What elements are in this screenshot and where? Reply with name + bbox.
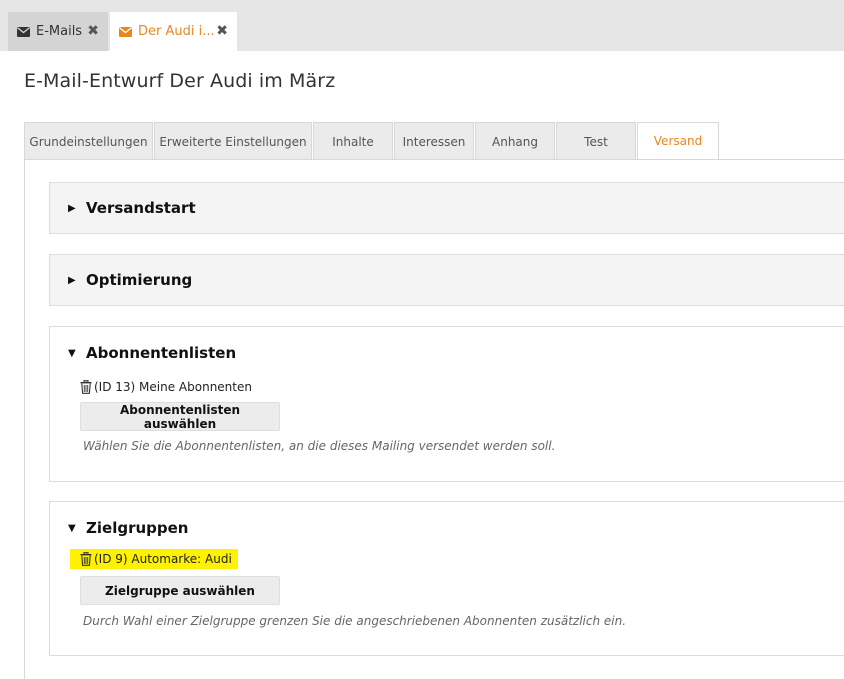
- document-tab-bar: E-Mails ✖ Der Audi i... ✖: [0, 0, 844, 51]
- trash-icon[interactable]: [80, 552, 92, 566]
- tab-anhang[interactable]: Anhang: [475, 122, 555, 160]
- panel-zielgruppen: ▼ Zielgruppen (ID 9) Automarke: Audi Zie…: [49, 501, 844, 656]
- panel-optimierung-header[interactable]: ▶ Optimierung: [50, 255, 844, 305]
- tab-inhalte[interactable]: Inhalte: [313, 122, 393, 160]
- panel-title: Abonnentenlisten: [86, 344, 237, 362]
- panel-versandstart-header[interactable]: ▶ Versandstart: [50, 183, 844, 233]
- select-lists-button[interactable]: Abonnentenlisten auswählen: [80, 402, 280, 431]
- panel-abonnentenlisten: ▼ Abonnentenlisten (ID 13) Meine Abonnen…: [49, 326, 844, 482]
- tab-interessen[interactable]: Interessen: [394, 122, 474, 160]
- caret-right-icon: ▶: [68, 274, 76, 286]
- target-group-hint: Durch Wahl einer Zielgruppe grenzen Sie …: [83, 614, 627, 628]
- list-item-label: (ID 13) Meine Abonnenten: [94, 380, 252, 394]
- panel-versandstart: ▶ Versandstart: [49, 182, 844, 234]
- tab-erweiterte-einstellungen[interactable]: Erweiterte Einstellungen: [154, 122, 312, 160]
- panel-title: Zielgruppen: [86, 519, 189, 537]
- caret-down-icon: ▼: [68, 347, 76, 359]
- lists-hint: Wählen Sie die Abonnentenlisten, an die …: [83, 439, 556, 453]
- tab-grundeinstellungen[interactable]: Grundeinstellungen: [24, 122, 153, 160]
- panel-optimierung: ▶ Optimierung: [49, 254, 844, 306]
- list-item-label: (ID 9) Automarke: Audi: [94, 552, 232, 566]
- tab-versand[interactable]: Versand: [637, 122, 719, 160]
- page-title: E-Mail-Entwurf Der Audi im März: [24, 70, 336, 92]
- list-item: (ID 13) Meine Abonnenten: [80, 377, 258, 397]
- tab-test[interactable]: Test: [556, 122, 636, 160]
- panel-title: Optimierung: [86, 271, 193, 289]
- close-icon[interactable]: ✖: [216, 23, 228, 39]
- caret-right-icon: ▶: [68, 202, 76, 214]
- panel-abonnentenlisten-header[interactable]: ▼ Abonnentenlisten: [50, 327, 844, 379]
- list-item: (ID 9) Automarke: Audi: [70, 549, 238, 569]
- envelope-icon: [17, 26, 30, 37]
- close-icon[interactable]: ✖: [87, 23, 99, 39]
- tab-emails-label: E-Mails: [36, 24, 83, 39]
- select-target-group-button[interactable]: Zielgruppe auswählen: [80, 576, 280, 605]
- tab-emails[interactable]: E-Mails ✖: [8, 12, 108, 51]
- caret-down-icon: ▼: [68, 522, 76, 534]
- settings-tab-bar: Grundeinstellungen Erweiterte Einstellun…: [24, 122, 720, 160]
- tab-draft[interactable]: Der Audi i... ✖: [110, 12, 237, 51]
- tab-draft-label: Der Audi i...: [138, 24, 215, 39]
- panel-zielgruppen-header[interactable]: ▼ Zielgruppen: [50, 502, 844, 554]
- trash-icon[interactable]: [80, 380, 92, 394]
- envelope-icon: [119, 26, 132, 37]
- panel-title: Versandstart: [86, 199, 196, 217]
